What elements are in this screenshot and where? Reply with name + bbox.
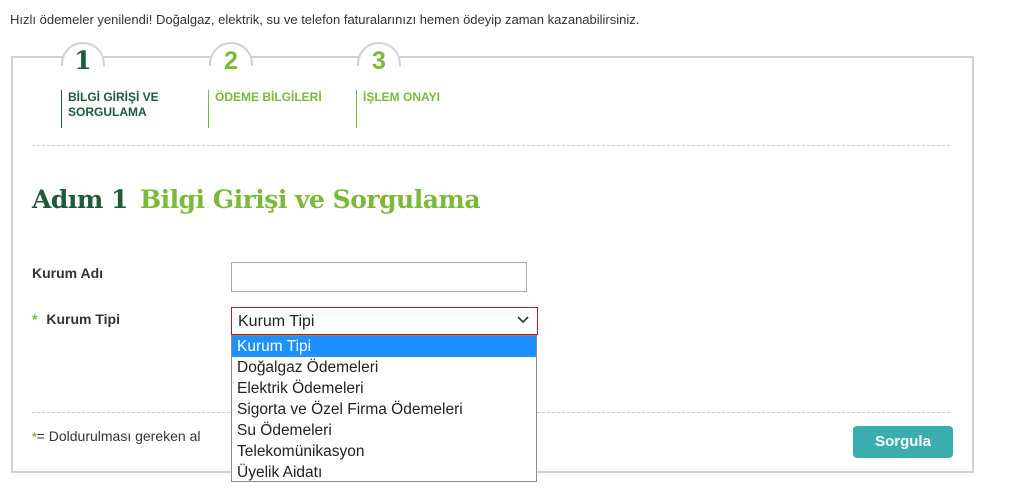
query-button[interactable]: Sorgula [853,426,953,458]
dropdown-option[interactable]: Doğalgaz Ödemeleri [232,357,536,378]
institution-type-label-row: * Kurum Tipi [32,311,120,327]
step-1-label: BİLGİ GİRİŞİ VE SORGULAMA [61,90,159,128]
page-title-step: Adım 1 [32,185,128,214]
step-1-number: 1 [74,46,92,75]
institution-type-label: Kurum Tipi [46,311,120,327]
chevron-down-icon [517,316,529,324]
step-2-label-line1: ÖDEME BİLGİLERİ [215,90,322,104]
page-title-text: Bilgi Girişi ve Sorgulama [139,185,481,214]
dropdown-option[interactable]: Su Ödemeleri [232,420,536,441]
announcement-text: Hızlı ödemeler yenilendi! Doğalgaz, elek… [10,12,640,27]
dropdown-option[interactable]: Sigorta ve Özel Firma Ödemeleri [232,399,536,420]
dropdown-option[interactable]: Kurum Tipi [232,336,536,357]
institution-name-input[interactable] [231,262,527,292]
institution-type-select[interactable]: Kurum Tipi [231,307,538,335]
divider-top [32,145,950,146]
required-star-icon: * [32,311,38,327]
step-1-label-line2: SORGULAMA [68,105,147,119]
dropdown-option[interactable]: Elektrik Ödemeleri [232,378,536,399]
step-2-number: 2 [224,47,238,75]
institution-type-dropdown-list: Kurum Tipi Doğalgaz Ödemeleri Elektrik Ö… [231,335,537,482]
step-2-label: ÖDEME BİLGİLERİ [208,90,322,128]
institution-name-label: Kurum Adı [32,265,104,281]
step-1-label-line1: BİLGİ GİRİŞİ VE [68,90,159,104]
step-3-label-line1: İŞLEM ONAYI [363,90,440,104]
required-note-text: = Doldurulması gereken al [36,428,201,444]
step-3-label: İŞLEM ONAYI [356,90,440,128]
dropdown-option[interactable]: Üyelik Aidatı [232,462,536,483]
required-field-note: *= Doldurulması gereken al [32,428,200,444]
step-3-number: 3 [372,47,386,75]
page-title: Adım 1 Bilgi Girişi ve Sorgulama [32,184,481,216]
dropdown-option[interactable]: Telekomünikasyon [232,441,536,462]
institution-type-selected-value: Kurum Tipi [238,313,315,330]
